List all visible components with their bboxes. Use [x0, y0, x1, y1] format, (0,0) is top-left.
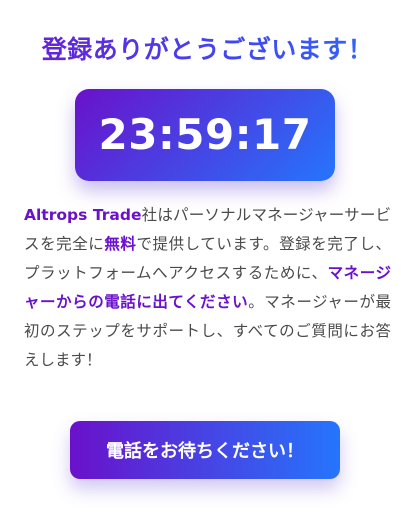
page-title: 登録ありがとうございます！ [0, 30, 415, 70]
description-text: Altrops Trade社はパーソナルマネージャーサービスを完全に無料で提供し… [24, 201, 391, 375]
brand-name: Altrops Trade [24, 206, 142, 224]
thank-you-page: 登録ありがとうございます！ 23:59:17 Altrops Trade社はパー… [0, 0, 415, 518]
wait-for-call-button[interactable]: 電話をお待ちください！ [70, 421, 340, 479]
countdown-box: 23:59:17 [75, 89, 335, 181]
countdown-timer: 23:59:17 [98, 110, 312, 159]
free-highlight: 無料 [104, 235, 137, 253]
